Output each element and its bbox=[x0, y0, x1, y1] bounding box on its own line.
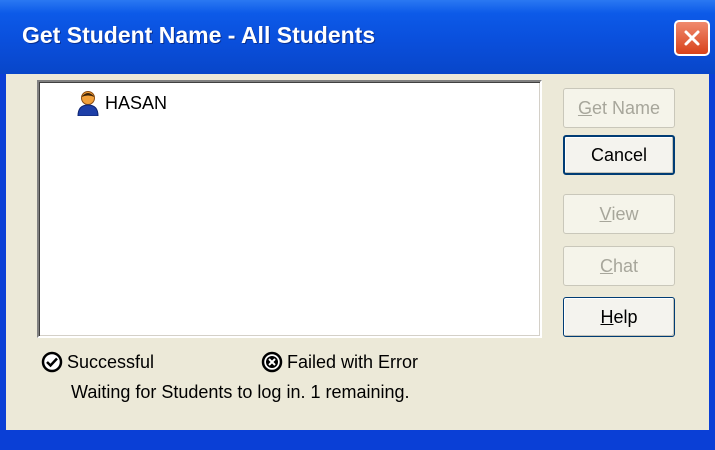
get-name-label: et Name bbox=[591, 97, 661, 118]
close-icon bbox=[684, 30, 700, 46]
dialog-window: Get Student Name - All Students HASAN Ge… bbox=[0, 0, 715, 450]
cancel-button[interactable]: Cancel bbox=[563, 135, 675, 175]
window-title: Get Student Name - All Students bbox=[22, 22, 376, 48]
student-name: HASAN bbox=[105, 92, 168, 113]
help-button[interactable]: Help bbox=[563, 297, 675, 337]
x-circle-icon bbox=[261, 351, 283, 373]
chat-label: hat bbox=[612, 255, 639, 276]
chat-accel: C bbox=[599, 255, 613, 276]
student-list[interactable]: HASAN bbox=[37, 80, 542, 338]
title-bar[interactable]: Get Student Name - All Students bbox=[0, 0, 715, 74]
get-name-button[interactable]: Get Name bbox=[563, 88, 675, 128]
view-accel: V bbox=[599, 203, 612, 224]
view-label: iew bbox=[611, 203, 639, 224]
legend-failed: Failed with Error bbox=[261, 351, 418, 373]
list-item[interactable]: HASAN bbox=[77, 90, 167, 116]
legend-successful: Successful bbox=[41, 351, 154, 373]
dialog-body: HASAN Get Name Cancel View Chat Help Suc… bbox=[6, 74, 709, 430]
status-message: Waiting for Students to log in. 1 remain… bbox=[71, 382, 410, 402]
legend-successful-label: Successful bbox=[67, 351, 155, 372]
check-circle-icon bbox=[41, 351, 63, 373]
cancel-label: Cancel bbox=[590, 144, 648, 165]
student-user-icon bbox=[77, 91, 99, 116]
legend-failed-label: Failed with Error bbox=[287, 351, 419, 372]
help-accel: H bbox=[600, 306, 614, 327]
view-button[interactable]: View bbox=[563, 194, 675, 234]
close-button[interactable] bbox=[674, 20, 710, 56]
help-label: elp bbox=[613, 306, 638, 327]
chat-button[interactable]: Chat bbox=[563, 246, 675, 286]
get-name-accel: G bbox=[577, 97, 592, 118]
